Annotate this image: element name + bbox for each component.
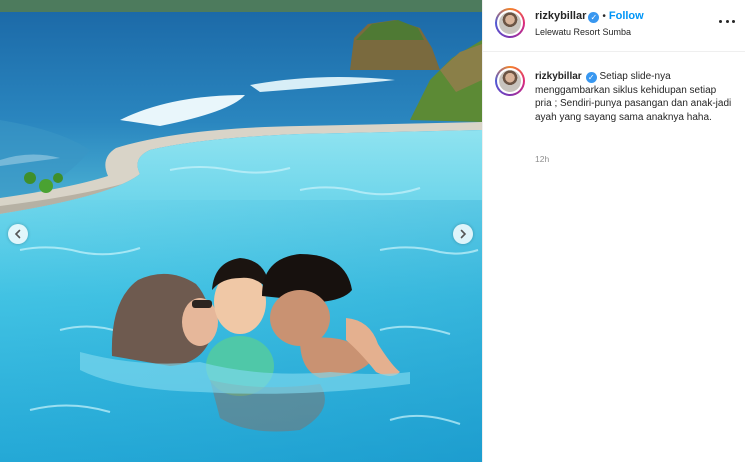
chevron-left-icon [14, 229, 21, 239]
instagram-post: rizkybillar ✓ • Follow Lelewatu Resort Sumb… [0, 0, 745, 462]
next-slide-button[interactable] [453, 224, 473, 244]
post-header: rizkybillar ✓ • Follow Lelewatu Resort Sumb… [483, 0, 745, 52]
chevron-right-icon [460, 229, 467, 239]
verified-badge-icon: ✓ [585, 72, 597, 83]
caption-username-link[interactable]: rizkybillar [535, 71, 582, 82]
username-link[interactable]: rizkybillar [535, 10, 586, 22]
photo-scene [0, 0, 482, 462]
location-link[interactable]: Lelewatu Resort Sumba [535, 27, 631, 37]
more-options-button[interactable] [719, 14, 735, 28]
post-photo[interactable] [0, 0, 482, 462]
profile-picture [499, 70, 521, 92]
follow-button[interactable]: Follow [609, 10, 644, 22]
caption-body: rizkybillar ✓ Setiap slide-nya menggambar… [535, 70, 735, 124]
profile-picture [499, 12, 521, 34]
post-side-panel: rizkybillar ✓ • Follow Lelewatu Resort Sumb… [482, 0, 745, 462]
more-horizontal-icon [719, 19, 722, 23]
separator-dot: • [602, 11, 606, 22]
previous-slide-button[interactable] [8, 224, 28, 244]
post-timestamp[interactable]: 12h [535, 154, 549, 164]
avatar[interactable] [495, 66, 525, 96]
avatar[interactable] [495, 8, 525, 38]
verified-badge-icon: ✓ [588, 12, 600, 23]
header-name-row: rizkybillar ✓ • Follow [535, 10, 644, 23]
